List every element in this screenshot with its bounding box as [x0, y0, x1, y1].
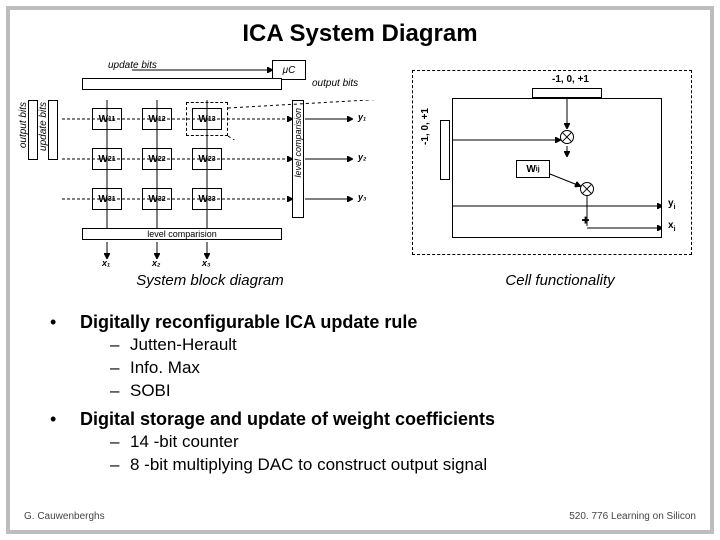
caption-left: System block diagram — [10, 272, 410, 289]
bullet-2-sub-2: –8 -bit multiplying DAC to construct out… — [50, 454, 690, 477]
bullet-1: • Digitally reconfigurable ICA update ru… — [50, 310, 690, 334]
slide-frame: ICA System Diagram update bits output bi… — [6, 6, 714, 534]
x3-label: x₃ — [202, 258, 211, 268]
cell-functionality-diagram: -1, 0, +1 -1, 0, +1 — [412, 60, 698, 270]
y2-label: y₂ — [358, 152, 366, 162]
bullets: • Digitally reconfigurable ICA update ru… — [50, 310, 690, 477]
ternary-top: -1, 0, +1 — [552, 74, 589, 85]
wij-box: Wij — [516, 160, 550, 178]
output-bits-bar — [28, 100, 38, 160]
svg-text:+: + — [582, 213, 589, 227]
x2-label: x₂ — [152, 258, 160, 268]
footer-right: 520. 776 Learning on Silicon — [569, 511, 696, 522]
multiply-icon-2 — [580, 182, 594, 196]
system-block-diagram: update bits output bits μC output bits u… — [22, 60, 402, 270]
bullet-1-text: Digitally reconfigurable ICA update rule — [80, 310, 417, 334]
ternary-bar-top — [532, 88, 602, 98]
cell-wires: + — [452, 98, 662, 238]
highlight-leader — [228, 100, 408, 140]
bullet-1-sub-3: –SOBI — [50, 380, 690, 403]
multiply-icon-1 — [560, 130, 574, 144]
xi-label: xi — [668, 220, 676, 233]
yi-label: yi — [668, 198, 676, 211]
x1-label: x₁ — [102, 258, 110, 268]
label-update-bits-v: update bits — [38, 102, 49, 151]
diagram-area: update bits output bits μC output bits u… — [22, 60, 698, 270]
top-connector — [82, 60, 282, 80]
ternary-left: -1, 0, +1 — [420, 108, 431, 145]
ternary-bar-left — [440, 120, 450, 180]
footer-left: G. Cauwenberghs — [24, 511, 105, 522]
bullet-1-sub-1: –Jutten-Herault — [50, 334, 690, 357]
update-bits-top-bar — [82, 78, 282, 90]
bullet-1-sub-2: –Info. Max — [50, 357, 690, 380]
bullet-2-text: Digital storage and update of weight coe… — [80, 407, 495, 431]
captions-row: System block diagram Cell functionality — [10, 272, 710, 289]
bullet-2: • Digital storage and update of weight c… — [50, 407, 690, 431]
y3-label: y₃ — [358, 192, 367, 202]
label-output-bits: output bits — [312, 78, 358, 89]
footer: G. Cauwenberghs 520. 776 Learning on Sil… — [24, 511, 696, 522]
bullet-2-sub-1: –14 -bit counter — [50, 431, 690, 454]
page-title: ICA System Diagram — [10, 10, 710, 48]
label-output-bits-v: output bits — [18, 102, 29, 148]
caption-right: Cell functionality — [410, 272, 710, 289]
